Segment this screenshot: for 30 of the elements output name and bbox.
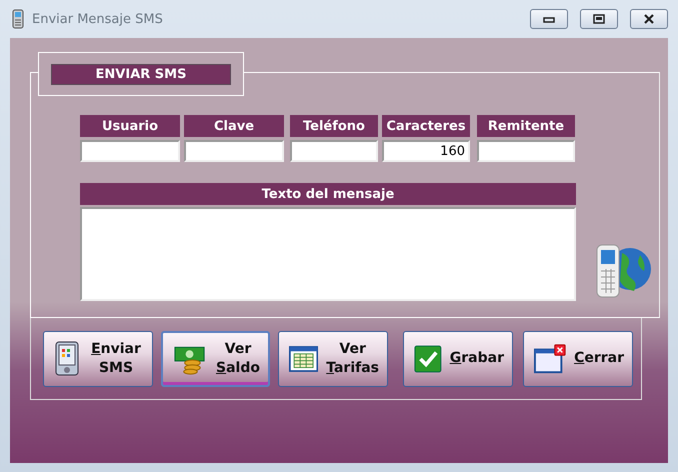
input-field[interactable]	[290, 140, 378, 162]
field-label: Clave	[184, 115, 284, 137]
field-label: Teléfono	[290, 115, 378, 137]
rates-button[interactable]: Ver Tarifas	[278, 330, 388, 386]
input-field[interactable]	[80, 140, 180, 162]
close-button[interactable]	[630, 9, 668, 29]
field-label: Caracteres	[382, 115, 470, 137]
maximize-button[interactable]	[580, 9, 618, 29]
save-button[interactable]: Grabar	[403, 330, 513, 386]
window-title: Enviar Mensaje SMS	[32, 12, 164, 26]
group-title: ENVIAR SMS	[51, 64, 231, 84]
field-label: Usuario	[80, 115, 180, 137]
checkmark-icon	[414, 344, 442, 374]
maximize-icon	[593, 14, 605, 24]
message-label: Texto del mensaje	[80, 183, 576, 205]
phone-icon	[12, 9, 24, 29]
spreadsheet-icon	[289, 344, 318, 374]
minimize-icon	[543, 15, 555, 23]
close-button[interactable]: Cerrar	[523, 330, 633, 386]
minimize-button[interactable]	[530, 9, 568, 29]
close-icon	[643, 14, 655, 24]
input-field[interactable]	[477, 140, 575, 162]
balance-button[interactable]: Ver Saldo	[161, 330, 270, 386]
window-close-icon	[534, 342, 566, 374]
input-field[interactable]: 160	[382, 140, 470, 162]
handheld-icon	[54, 340, 80, 376]
field-label: Remitente	[477, 115, 575, 137]
message-field[interactable]	[80, 207, 576, 301]
input-field[interactable]	[184, 140, 284, 162]
send-sms-button[interactable]: Enviar SMS	[43, 330, 153, 386]
